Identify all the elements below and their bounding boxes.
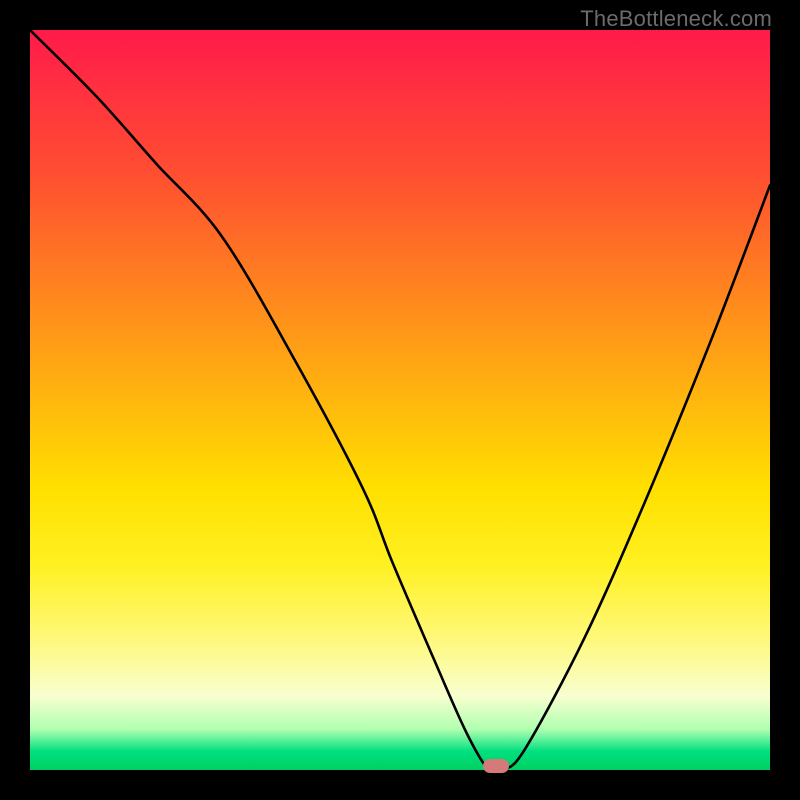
watermark-text: TheBottleneck.com xyxy=(580,6,772,32)
chart-frame: TheBottleneck.com xyxy=(0,0,800,800)
curve-svg xyxy=(30,30,770,770)
optimal-marker xyxy=(483,759,509,773)
bottleneck-curve xyxy=(30,30,770,770)
plot-area xyxy=(30,30,770,770)
